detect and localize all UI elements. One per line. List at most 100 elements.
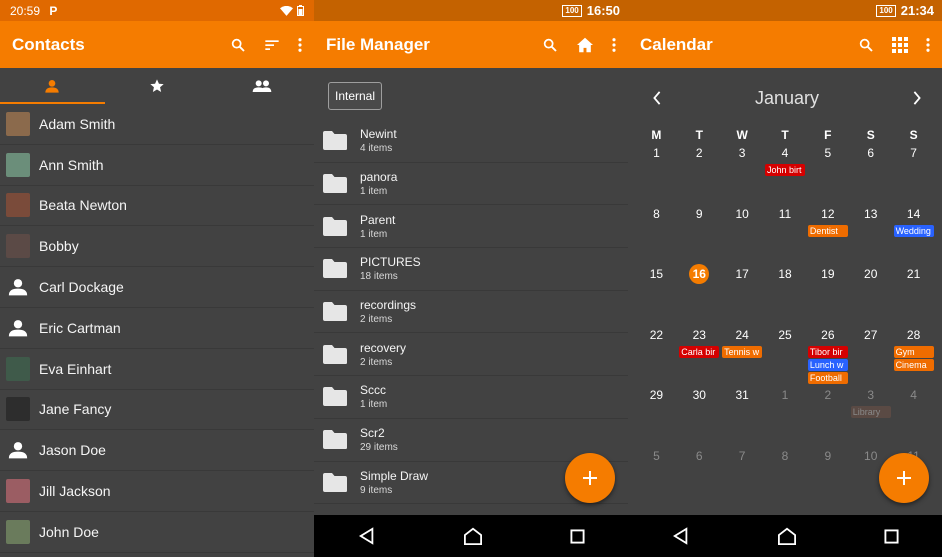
contact-row[interactable]: Jill Jackson [0,471,314,512]
day-cell[interactable]: 28 Gym Cinema [892,324,935,385]
contact-row[interactable]: John Doe [0,512,314,553]
day-cell[interactable]: 12 Dentist [806,203,849,264]
day-cell[interactable]: 3 Library [849,384,892,445]
event-chip[interactable]: Lunch w [807,358,848,371]
tab-contacts[interactable] [0,68,105,104]
search-icon[interactable] [858,37,874,53]
day-cell[interactable]: 5 [635,445,678,506]
day-cell[interactable]: 1 [635,142,678,203]
day-cell[interactable]: 24 Tennis w [721,324,764,385]
search-icon[interactable] [542,37,558,53]
day-cell[interactable]: 2 [806,384,849,445]
home-nav-icon[interactable] [777,527,797,545]
home-nav-icon[interactable] [463,527,483,545]
day-cell[interactable]: 8 [764,445,807,506]
day-cell[interactable]: 1 [764,384,807,445]
day-cell[interactable]: 18 [764,263,807,324]
day-cell[interactable]: 11 [764,203,807,264]
more-options-icon[interactable] [926,37,930,52]
day-cell[interactable]: 2 [678,142,721,203]
tab-groups[interactable] [209,68,314,104]
add-event-fab-button[interactable] [879,453,929,503]
day-cell[interactable]: 15 [635,263,678,324]
contact-row[interactable]: Carl Dockage [0,267,314,308]
event-chip[interactable]: Library [850,406,891,418]
day-cell[interactable]: 25 [764,324,807,385]
day-cell[interactable]: 27 [849,324,892,385]
day-cell[interactable]: 5 [806,142,849,203]
recents-icon[interactable] [569,528,585,544]
contact-row[interactable]: Bobby [0,226,314,268]
grid-view-icon[interactable] [892,36,908,53]
folder-row[interactable]: panora 1 item [314,163,628,206]
day-cell[interactable]: 14 Wedding [892,203,935,264]
event-chip[interactable]: Tennis w [722,345,763,358]
day-cell[interactable]: 8 [635,203,678,264]
day-cell[interactable]: 31 [721,384,764,445]
event-chip[interactable]: Football [807,371,848,384]
event-chip[interactable]: John birt [764,164,805,176]
contact-row[interactable]: Adam Smith [0,104,314,145]
event-chip[interactable]: Gym [893,345,934,358]
contact-row[interactable]: Ann Smith [0,145,314,186]
back-icon[interactable] [672,527,690,545]
more-options-icon[interactable] [612,37,616,52]
day-cell[interactable]: 30 [678,384,721,445]
contact-row[interactable]: Beata Newton [0,186,314,227]
day-cell[interactable]: 22 [635,324,678,385]
chevron-right-icon[interactable] [912,91,922,105]
folder-row[interactable]: Newint 4 items [314,120,628,163]
day-cell[interactable]: 21 [892,263,935,324]
contact-row[interactable]: Eva Einhart [0,349,314,390]
day-number: 2 [824,388,832,402]
contact-row[interactable]: Eric Cartman [0,308,314,349]
folder-name: recovery [360,340,407,355]
month-grid: 1 2 3 4 John birt 5 6 7 8 9 10 11 12 Dentist 13 14 Weddi… [628,142,942,505]
folder-row[interactable]: Sccc 1 item [314,376,628,419]
back-icon[interactable] [358,527,376,545]
day-cell[interactable]: 3 [721,142,764,203]
day-number: 21 [906,267,921,281]
folder-row[interactable]: recordings 2 items [314,291,628,334]
breadcrumb-internal[interactable]: Internal [328,82,383,110]
day-cell[interactable]: 17 [721,263,764,324]
day-cell[interactable]: 20 [849,263,892,324]
folder-row[interactable]: PICTURES 18 items [314,248,628,291]
tab-favorites[interactable] [105,68,210,104]
day-cell[interactable]: 6 [678,445,721,506]
day-cell[interactable]: 13 [849,203,892,264]
day-cell[interactable]: 4 John birt [764,142,807,203]
folder-row[interactable]: recovery 2 items [314,333,628,377]
day-cell[interactable]: 7 [892,142,935,203]
contact-row[interactable]: Jane Fancy [0,390,314,431]
day-cell[interactable]: 29 [635,384,678,445]
day-cell[interactable]: 9 [678,203,721,264]
event-chip[interactable]: Tibor bir [807,345,848,358]
day-cell[interactable]: 23 Carla bir [678,324,721,385]
contact-row[interactable]: Jason Doe [0,430,314,472]
day-cell[interactable]: 26 Tibor bir Lunch w Football [806,324,849,385]
folder-row[interactable]: Parent 1 item [314,205,628,249]
contact-avatar [6,234,30,259]
recents-icon[interactable] [883,528,899,544]
chevron-left-icon[interactable] [652,91,662,105]
day-cell[interactable]: 7 [721,445,764,506]
event-chip[interactable]: Cinema [893,358,934,371]
more-options-icon[interactable] [298,37,302,52]
search-icon[interactable] [230,37,246,53]
day-cell[interactable]: 9 [806,445,849,506]
home-icon[interactable] [576,37,594,53]
sort-icon[interactable] [264,38,280,52]
event-chip[interactable]: Wedding [893,224,934,237]
day-cell[interactable]: 16 [678,263,721,324]
event-chip[interactable]: Dentist [807,224,848,237]
day-cell[interactable]: 4 [892,384,935,445]
add-fab-button[interactable] [565,453,615,503]
day-cell[interactable]: 10 [721,203,764,264]
day-cell[interactable]: 6 [849,142,892,203]
contact-avatar [6,397,30,422]
day-number: 6 [867,146,875,160]
day-cell[interactable]: 19 [806,263,849,324]
folder-icon [322,429,348,450]
event-chip[interactable]: Carla bir [679,345,720,358]
